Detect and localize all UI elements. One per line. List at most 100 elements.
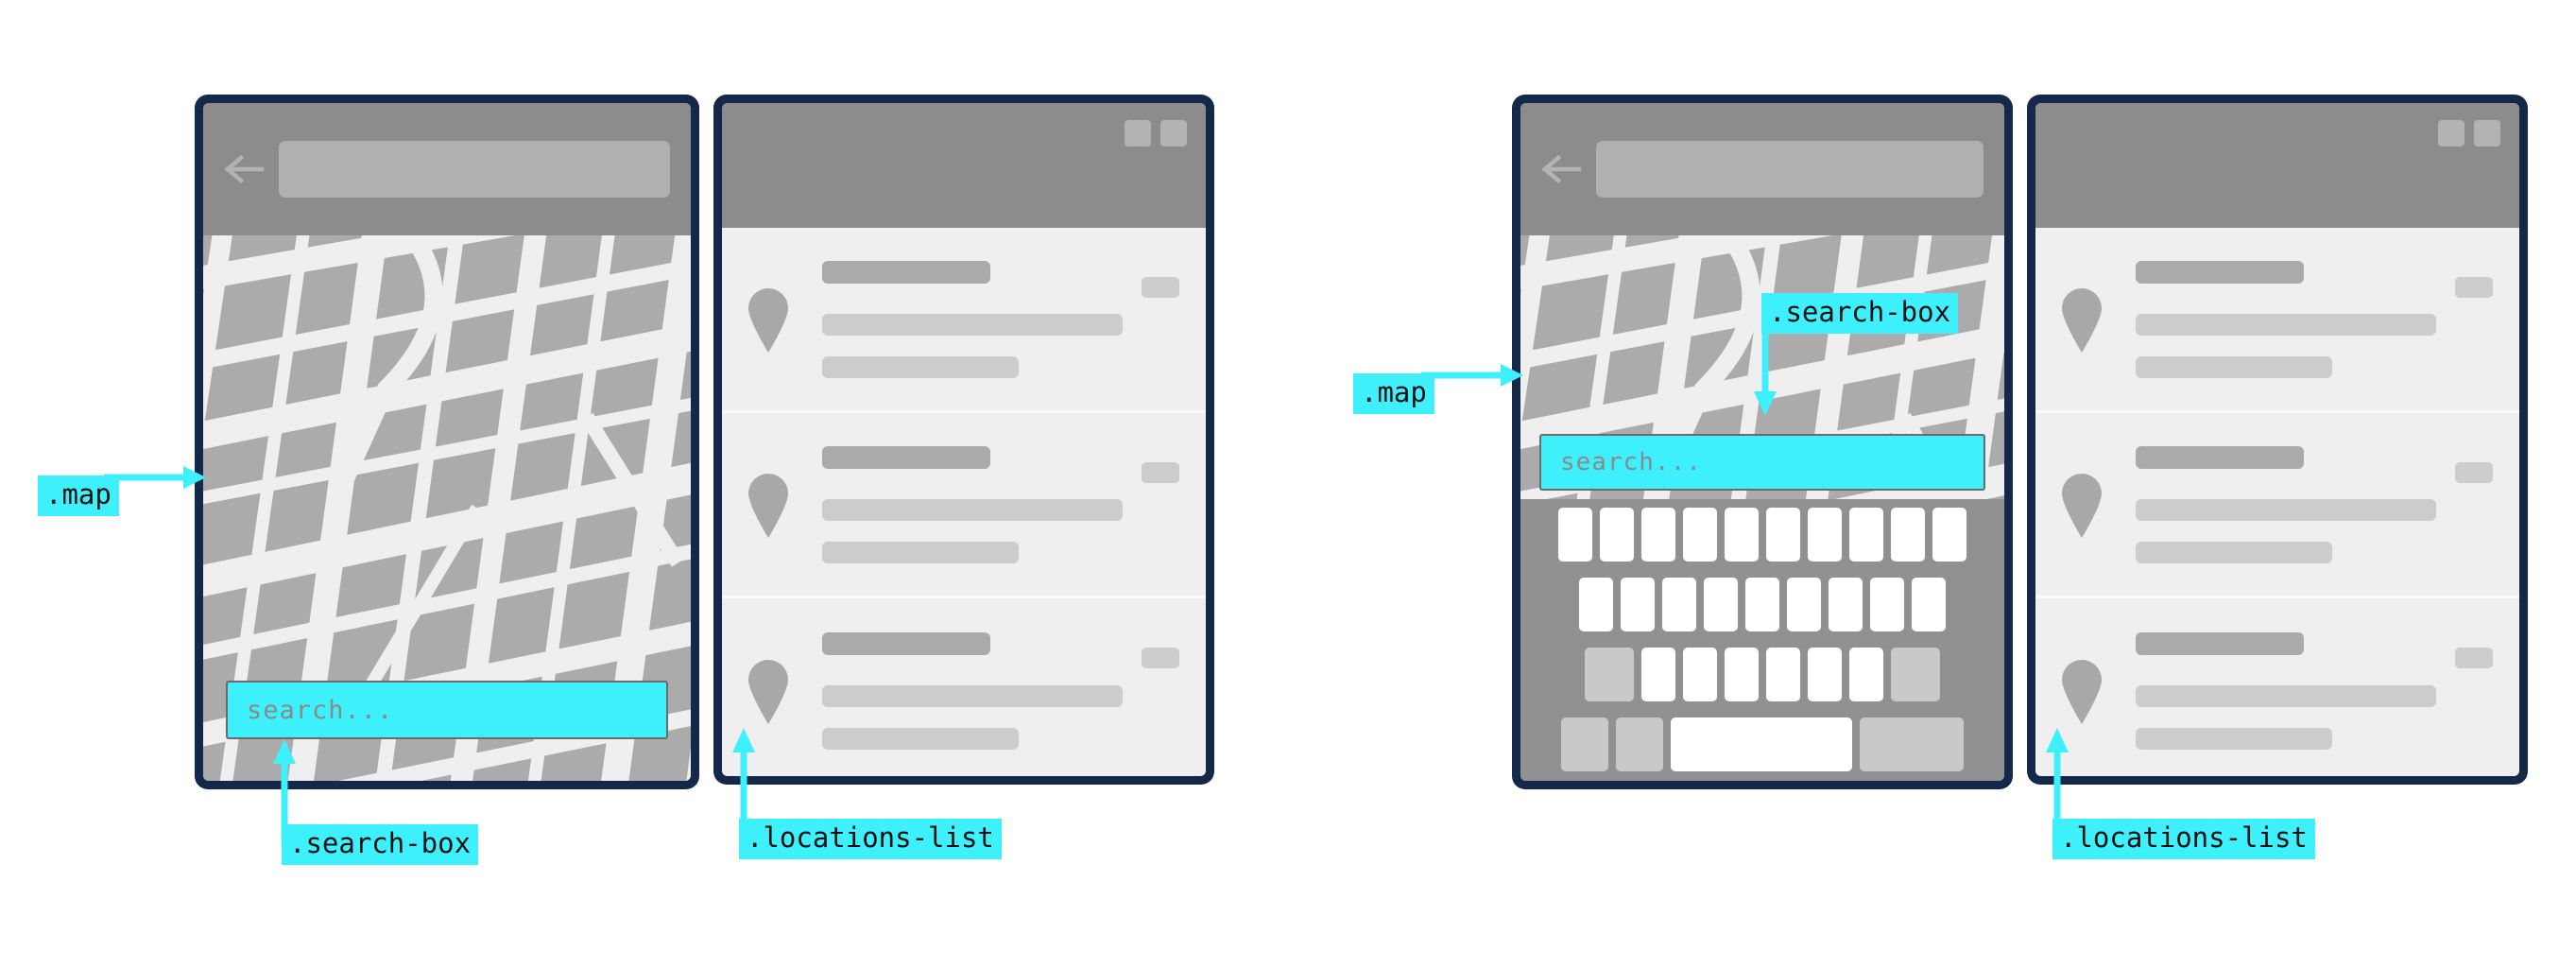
back-arrow-icon[interactable] — [1541, 148, 1583, 190]
table-row[interactable] — [722, 228, 1206, 413]
row-title-placeholder — [2136, 445, 2304, 469]
search-box-left[interactable]: search... — [226, 681, 668, 739]
keyboard-key[interactable] — [1683, 648, 1717, 701]
backspace-key[interactable] — [1891, 648, 1940, 701]
keyboard-key[interactable] — [1683, 508, 1717, 562]
spacebar-key[interactable] — [1671, 717, 1852, 771]
on-screen-keyboard[interactable] — [1520, 499, 2004, 781]
row-badge — [1142, 648, 1179, 668]
row-line-1-placeholder — [822, 685, 1123, 707]
keyboard-key[interactable] — [1808, 508, 1842, 562]
annotation-text: .locations-list — [2060, 821, 2308, 854]
locations-list-annotation-label-right: .locations-list — [2052, 819, 2315, 860]
header-button-1[interactable] — [1125, 120, 1151, 147]
annotation-text: .search-box — [1769, 296, 1951, 328]
header-button-2[interactable] — [2474, 120, 2500, 147]
row-line-2-placeholder — [2136, 728, 2332, 750]
locations-list-body-left[interactable] — [722, 228, 1206, 776]
keyboard-key[interactable] — [1621, 578, 1655, 631]
locations-list-right — [2027, 95, 2528, 785]
row-text-lines — [2136, 445, 2495, 563]
symbols-key[interactable] — [1561, 717, 1608, 771]
keyboard-key[interactable] — [1704, 578, 1738, 631]
row-text-lines — [2136, 260, 2495, 378]
map-annotation-label-left: .map — [38, 475, 119, 517]
row-line-2-placeholder — [822, 728, 1019, 750]
keyboard-key[interactable] — [1641, 648, 1675, 701]
row-line-2-placeholder — [2136, 355, 2332, 378]
enter-key[interactable] — [1860, 717, 1964, 771]
locations-list-body-right[interactable] — [2035, 228, 2519, 776]
keyboard-key[interactable] — [1891, 508, 1925, 562]
row-line-1-placeholder — [822, 313, 1123, 336]
annotation-text: .map — [1361, 376, 1427, 408]
emoji-key[interactable] — [1616, 717, 1663, 771]
keyboard-key[interactable] — [1766, 648, 1800, 701]
row-title-placeholder — [2136, 632, 2304, 655]
keyboard-key[interactable] — [1745, 578, 1779, 631]
keyboard-key[interactable] — [1849, 508, 1883, 562]
locations-list-annotation-label-left: .locations-list — [739, 819, 1002, 860]
keyboard-key[interactable] — [1808, 648, 1842, 701]
map-phone-left: search... — [195, 95, 699, 789]
row-title-placeholder — [2136, 260, 2304, 284]
keyboard-key[interactable] — [1870, 578, 1904, 631]
row-badge — [1142, 277, 1179, 298]
list-header-right — [2035, 103, 2519, 228]
row-text-lines — [2136, 632, 2495, 750]
keyboard-row-2 — [1528, 578, 1997, 631]
table-row[interactable] — [2035, 228, 2519, 413]
table-row[interactable] — [2035, 598, 2519, 776]
keyboard-key[interactable] — [1579, 578, 1613, 631]
map-pin-icon — [747, 286, 790, 353]
keyboard-key[interactable] — [1662, 578, 1696, 631]
keyboard-key[interactable] — [1849, 648, 1883, 701]
keyboard-key[interactable] — [1932, 508, 1966, 562]
row-text-lines — [822, 260, 1181, 378]
row-line-2-placeholder — [822, 355, 1019, 378]
shift-key[interactable] — [1585, 648, 1634, 701]
search-box-placeholder: search... — [1560, 448, 1702, 476]
keyboard-key[interactable] — [1725, 508, 1759, 562]
row-title-placeholder — [822, 445, 990, 469]
app-bar-search-field[interactable] — [1596, 141, 1984, 198]
row-title-placeholder — [822, 260, 990, 284]
header-button-2[interactable] — [1160, 120, 1187, 147]
keyboard-key[interactable] — [1787, 578, 1821, 631]
keyboard-row-1 — [1528, 508, 1997, 562]
search-box-right[interactable]: search... — [1539, 434, 1985, 491]
list-header-buttons — [1125, 120, 1187, 147]
map-annotation-label-right: .map — [1353, 373, 1434, 415]
list-screen-left — [722, 103, 1206, 776]
keyboard-key[interactable] — [1912, 578, 1946, 631]
keyboard-key[interactable] — [1641, 508, 1675, 562]
map-pin-icon — [2060, 472, 2104, 538]
keyboard-row-3 — [1528, 648, 1997, 701]
keyboard-key[interactable] — [1600, 508, 1634, 562]
table-row[interactable] — [2035, 413, 2519, 598]
annotation-text: .map — [45, 478, 112, 510]
map-phone-right: search... — [1512, 95, 2013, 789]
back-arrow-icon[interactable] — [224, 148, 266, 190]
header-button-1[interactable] — [2438, 120, 2464, 147]
map-annotation-arrow-left — [104, 463, 208, 492]
keyboard-key[interactable] — [1766, 508, 1800, 562]
row-badge — [2455, 648, 2493, 668]
row-text-lines — [822, 445, 1181, 563]
row-title-placeholder — [822, 632, 990, 655]
table-row[interactable] — [722, 413, 1206, 598]
keyboard-row-4 — [1528, 717, 1997, 771]
phone-screen-right: search... — [1520, 103, 2004, 781]
annotation-text: .locations-list — [747, 821, 994, 854]
phone-screen-left: search... — [203, 103, 691, 781]
keyboard-key[interactable] — [1725, 648, 1759, 701]
row-badge — [1142, 462, 1179, 483]
table-row[interactable] — [722, 598, 1206, 776]
keyboard-key[interactable] — [1558, 508, 1592, 562]
row-line-2-placeholder — [822, 541, 1019, 563]
map-pin-icon — [747, 472, 790, 538]
search-box-placeholder: search... — [247, 695, 394, 725]
app-bar-search-field[interactable] — [279, 141, 670, 198]
app-bar-right — [1520, 103, 2004, 235]
keyboard-key[interactable] — [1829, 578, 1863, 631]
